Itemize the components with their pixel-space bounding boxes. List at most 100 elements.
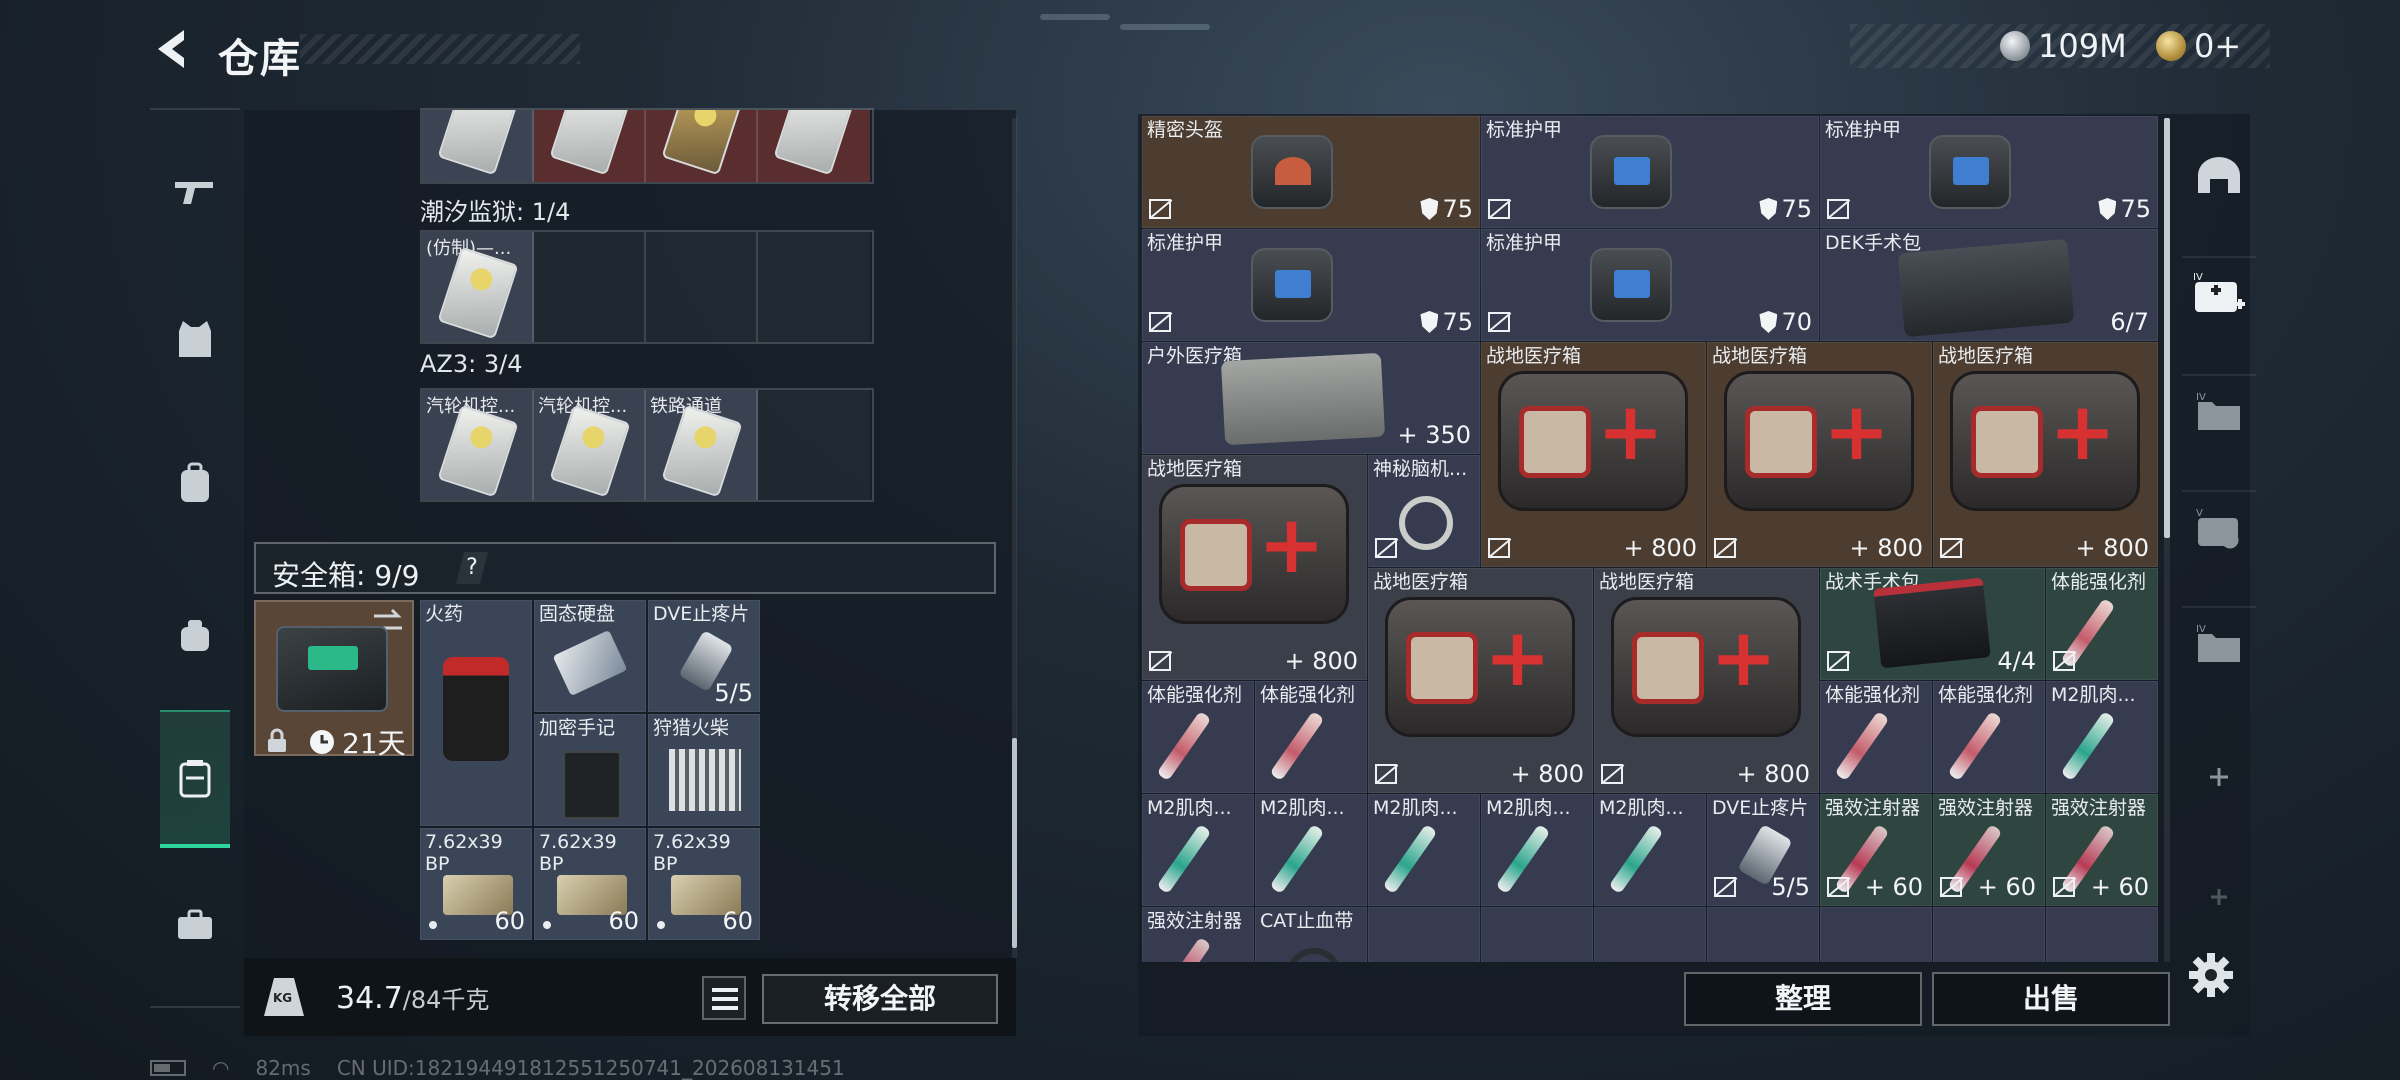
inventory-slot[interactable]: M2肌肉... — [1255, 794, 1367, 906]
inventory-slot-empty[interactable] — [1820, 907, 1932, 962]
stash-tab-add-2[interactable] — [2182, 860, 2256, 934]
inventory-slot[interactable]: 7.62x39 BP 60 — [648, 828, 760, 940]
inventory-slot[interactable]: M2肌肉... — [1142, 794, 1254, 906]
inventory-slot[interactable]: 强效注射器 + 60 — [1820, 794, 1932, 906]
inventory-slot[interactable]: 7.62x39 BP 60 — [534, 828, 646, 940]
inventory-slot[interactable]: 体能强化剂 — [2046, 568, 2158, 680]
key-slot[interactable]: 铁路通道 — [646, 390, 758, 500]
nav-briefcase[interactable] — [160, 890, 230, 960]
inventory-slot[interactable]: 户外医疗箱 + 350 — [1142, 342, 1480, 454]
key-slot-empty[interactable] — [534, 232, 646, 342]
inventory-slot[interactable]: 精密头盔 75 — [1142, 116, 1480, 228]
inventory-slot[interactable]: 战地医疗箱 + 800 — [1142, 455, 1367, 680]
inventory-slot[interactable]: 标准护甲 70 — [1481, 229, 1819, 341]
inventory-slot[interactable]: 战术手术包 4/4 — [1820, 568, 2045, 680]
sort-button[interactable]: 整理 — [1684, 972, 1922, 1026]
stash-category-nav: IV IV V IV — [2174, 116, 2264, 946]
inventory-slot[interactable]: 体能强化剂 — [1255, 681, 1367, 793]
inventory-slot-empty[interactable] — [2046, 907, 2158, 962]
sell-button[interactable]: 出售 — [1932, 972, 2170, 1026]
key-slot-empty[interactable] — [758, 232, 870, 342]
inventory-slot[interactable]: CAT止血带 — [1255, 907, 1367, 962]
inventory-slot[interactable]: 体能强化剂 — [1820, 681, 1932, 793]
gold-currency[interactable]: 0+ — [2156, 27, 2241, 65]
item-label: M2肌肉... — [2051, 684, 2136, 706]
inventory-slot[interactable]: M2肌肉... — [2046, 681, 2158, 793]
stash-tab-folder-iv-2[interactable]: IV — [2182, 606, 2256, 680]
nav-armor[interactable] — [160, 304, 230, 374]
inventory-slot[interactable]: 标准护甲 75 — [1142, 229, 1480, 341]
key-slot[interactable]: 汽轮机控... — [534, 390, 646, 500]
inventory-slot[interactable]: 强效注射器 + 60 — [1933, 794, 2045, 906]
inventory-slot[interactable]: DEK手术包 6/7 — [1820, 229, 2158, 341]
key-slot-empty[interactable] — [646, 232, 758, 342]
section-label-az3: AZ3: 3/4 — [420, 350, 523, 378]
plus-icon — [2210, 768, 2228, 786]
inventory-slot[interactable]: 体能强化剂 — [1933, 681, 2045, 793]
inventory-slot[interactable]: 战地医疗箱 + 800 — [1594, 568, 1819, 793]
help-button[interactable]: ? — [456, 552, 488, 584]
item-label: 战地医疗箱 — [1712, 345, 1808, 367]
settings-gear-icon[interactable] — [2186, 950, 2236, 1000]
inventory-slot[interactable]: 战地医疗箱 + 800 — [1707, 342, 1932, 567]
key-slot[interactable] — [422, 110, 534, 182]
svg-text:IV: IV — [2193, 272, 2203, 283]
transfer-all-button[interactable]: 转移全部 — [762, 974, 998, 1024]
no-insure-icon — [1149, 199, 1171, 219]
inventory-slot[interactable]: 标准护甲 75 — [1481, 116, 1819, 228]
syringe-icon — [1269, 823, 1325, 895]
nav-backpack[interactable] — [160, 448, 230, 518]
inventory-slot-empty[interactable] — [1707, 907, 1819, 962]
back-arrow-icon[interactable] — [150, 26, 196, 72]
left-scrollbar-thumb[interactable] — [1012, 738, 1017, 948]
item-label: 加密手记 — [539, 717, 616, 739]
inventory-slot[interactable]: 强效注射器 + 60 — [2046, 794, 2158, 906]
inventory-slot[interactable]: M2肌肉... — [1594, 794, 1706, 906]
key-slot[interactable] — [646, 110, 758, 182]
folder-iv-2-icon: IV — [2196, 624, 2240, 662]
syringe-icon — [1834, 710, 1890, 782]
list-view-button[interactable] — [702, 976, 746, 1020]
inventory-slot[interactable]: 体能强化剂 — [1142, 681, 1254, 793]
inventory-slot[interactable]: M2肌肉... — [1481, 794, 1593, 906]
left-scrollbar[interactable] — [1012, 118, 1017, 958]
inventory-slot-empty[interactable] — [1594, 907, 1706, 962]
nav-safe-box[interactable] — [160, 710, 230, 848]
inventory-slot[interactable]: 加密手记 — [534, 714, 646, 826]
inventory-slot[interactable]: 战地医疗箱 + 800 — [1481, 342, 1706, 567]
stash-tab-folder-iv[interactable]: IV — [2182, 374, 2256, 448]
nav-pouch[interactable] — [160, 600, 230, 670]
key-slot[interactable] — [758, 110, 870, 182]
inventory-slot[interactable]: 神秘脑机... — [1368, 455, 1480, 567]
inventory-slot-empty[interactable] — [1368, 907, 1480, 962]
key-slot[interactable]: 汽轮机控... — [422, 390, 534, 500]
inventory-slot[interactable]: 狩猎火柴 — [648, 714, 760, 826]
inventory-slot[interactable]: DVE止疼片 5/5 — [648, 600, 760, 712]
stash-tab-add[interactable] — [2182, 740, 2256, 814]
nav-weapons[interactable] — [160, 156, 230, 226]
stash-tab-medical[interactable]: IV — [2182, 256, 2256, 330]
inventory-slot[interactable]: 7.62x39 BP 60 — [420, 828, 532, 940]
inventory-slot[interactable]: 战地医疗箱 + 800 — [1933, 342, 2158, 567]
inventory-slot[interactable]: M2肌肉... — [1368, 794, 1480, 906]
key-slot[interactable]: (仿制)—... — [422, 232, 534, 342]
no-insure-icon — [1714, 877, 1736, 897]
inventory-slot[interactable]: DVE止疼片 5/5 — [1707, 794, 1819, 906]
key-slot[interactable] — [534, 110, 646, 182]
inventory-slot[interactable]: 固态硬盘 — [534, 600, 646, 712]
vest-icon — [179, 321, 211, 357]
stash-scrollbar[interactable] — [2164, 118, 2170, 962]
inventory-slot-empty[interactable] — [1933, 907, 2045, 962]
inventory-slot[interactable]: 标准护甲 75 — [1820, 116, 2158, 228]
inventory-slot[interactable]: 火药 — [420, 600, 532, 826]
stash-tab-helmet[interactable] — [2182, 138, 2256, 212]
safe-box-container[interactable]: 21天 — [254, 600, 414, 760]
stash-scrollbar-thumb[interactable] — [2164, 118, 2170, 538]
item-label: 标准护甲 — [1147, 232, 1224, 254]
inventory-slot-empty[interactable] — [1481, 907, 1593, 962]
first-aid-kit-icon — [1498, 371, 1688, 511]
stash-tab-folder-v[interactable]: V — [2182, 490, 2256, 564]
key-slot-empty[interactable] — [758, 390, 870, 500]
inventory-slot[interactable]: 战地医疗箱 + 800 — [1368, 568, 1593, 793]
inventory-slot[interactable]: 强效注射器 — [1142, 907, 1254, 962]
